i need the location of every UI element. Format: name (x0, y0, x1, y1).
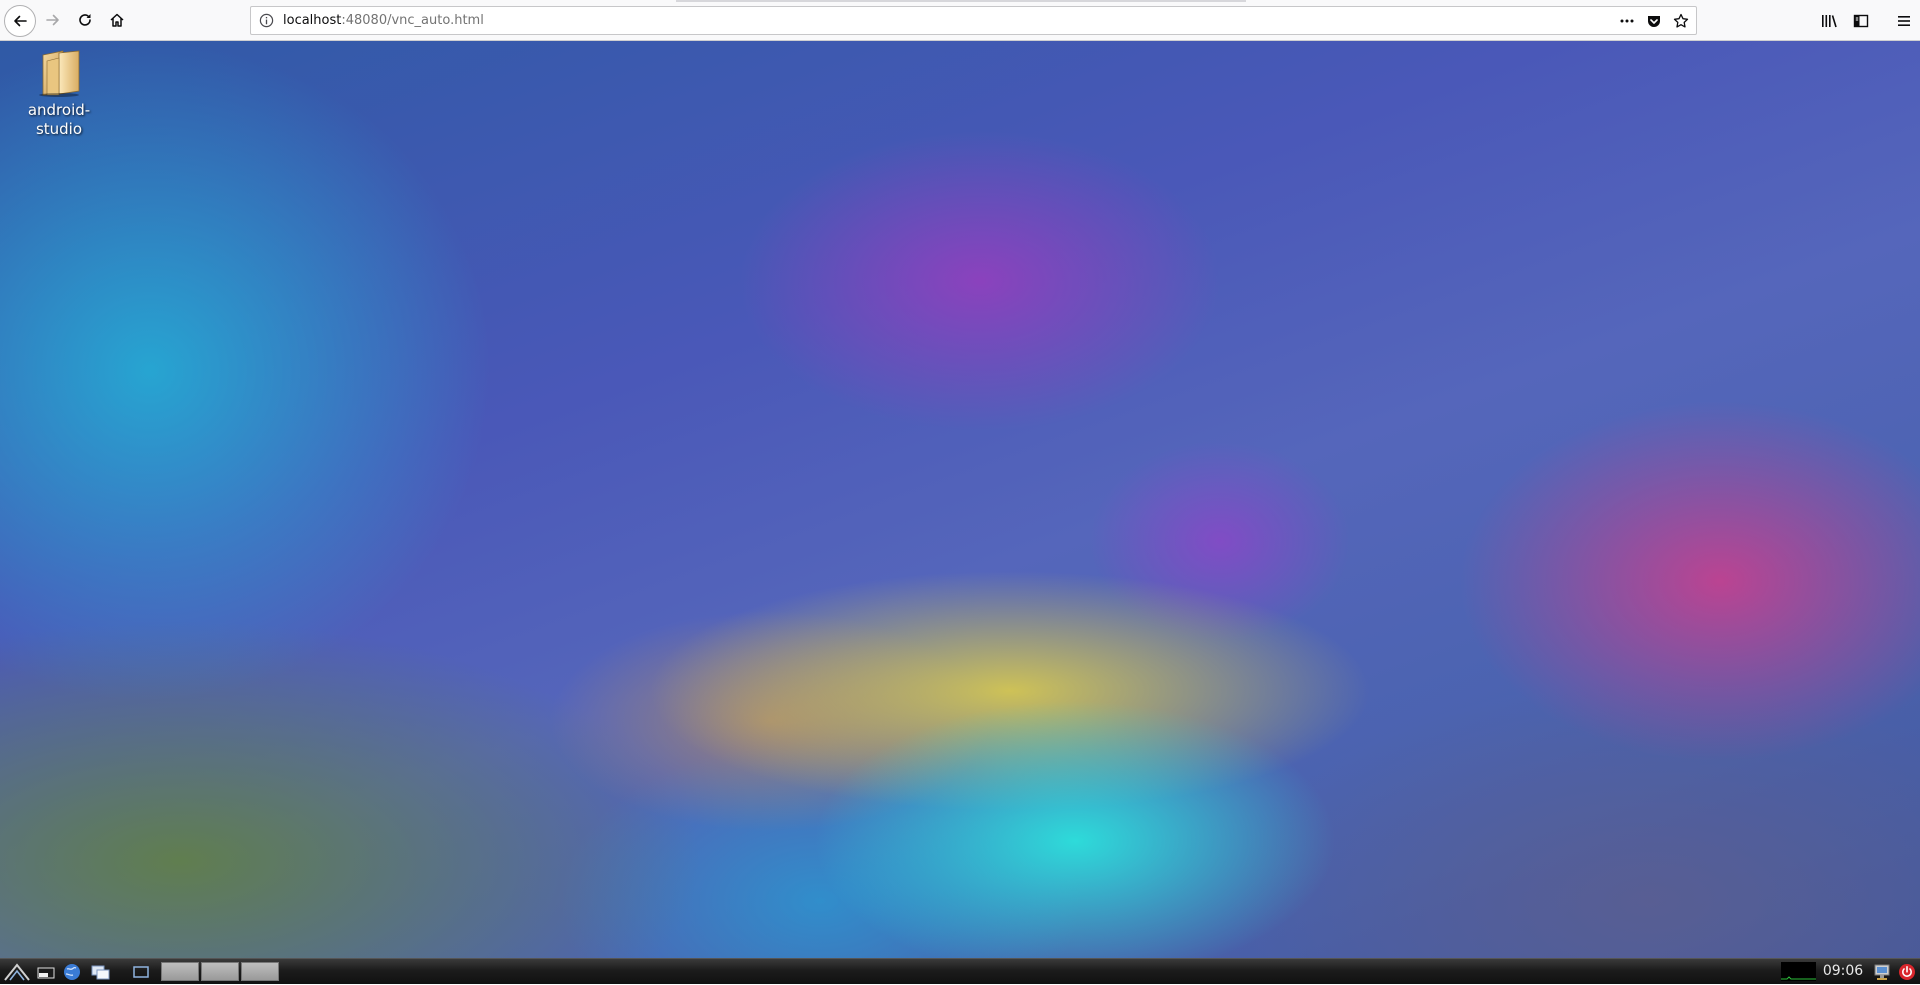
cpu-graph-icon (1781, 976, 1816, 980)
network-icon (1874, 964, 1890, 980)
home-button[interactable] (102, 5, 132, 35)
start-menu-button[interactable] (2, 961, 32, 982)
bookmark-star-button[interactable] (1672, 12, 1690, 30)
taskbar-clock[interactable]: 09:06 (1818, 962, 1868, 981)
web-browser-icon (64, 963, 80, 980)
workspace-3[interactable] (241, 962, 279, 981)
taskbar: 09:06 (0, 958, 1920, 984)
info-icon[interactable] (259, 13, 274, 28)
more-dots-icon (1620, 19, 1634, 23)
url-bar[interactable]: localhost:48080/vnc_auto.html (250, 6, 1697, 35)
desktop-wallpaper[interactable]: android- studio (0, 41, 1920, 958)
back-arrow-icon (14, 15, 27, 27)
workspace-1[interactable] (161, 962, 199, 981)
show-desktop-button[interactable] (129, 961, 153, 982)
desktop-icon-label: android- studio (27, 101, 91, 138)
power-button[interactable] (1896, 961, 1918, 982)
hamburger-menu-icon (1898, 16, 1910, 26)
web-browser-button[interactable] (61, 961, 83, 982)
file-manager-button[interactable] (35, 961, 57, 982)
main-menu-button[interactable] (1893, 10, 1915, 32)
home-icon (110, 13, 124, 27)
url-host: localhost (283, 13, 342, 28)
show-desktop-icon (133, 965, 149, 978)
pocket-icon (1648, 16, 1660, 27)
window-list-icon (91, 965, 110, 979)
pocket-button[interactable] (1645, 12, 1663, 30)
file-manager-icon (37, 967, 55, 978)
power-icon (1899, 963, 1915, 980)
library-icon (1822, 15, 1837, 28)
tab-indicator (676, 0, 1246, 2)
workspace-2[interactable] (201, 962, 239, 981)
reload-icon (79, 14, 91, 26)
url-path: :48080/vnc_auto.html (341, 13, 484, 28)
back-button[interactable] (4, 5, 36, 37)
star-icon (1673, 13, 1689, 28)
url-text[interactable]: localhost:48080/vnc_auto.html (283, 13, 484, 29)
library-button[interactable] (1819, 10, 1841, 32)
cpu-monitor[interactable] (1781, 962, 1816, 981)
browser-toolbar: localhost:48080/vnc_auto.html (0, 0, 1920, 41)
page-actions-button[interactable] (1618, 12, 1636, 30)
sidebar-button[interactable] (1850, 10, 1872, 32)
forward-button[interactable] (38, 5, 68, 35)
window-list-button[interactable] (89, 961, 113, 982)
network-button[interactable] (1871, 961, 1893, 982)
desktop-icon-android-studio[interactable]: android- studio (17, 49, 101, 139)
sidebar-icon (1853, 14, 1869, 28)
start-menu-icon (4, 962, 30, 981)
forward-arrow-icon (46, 14, 59, 26)
folder-icon (39, 50, 80, 97)
reload-button[interactable] (70, 5, 100, 35)
